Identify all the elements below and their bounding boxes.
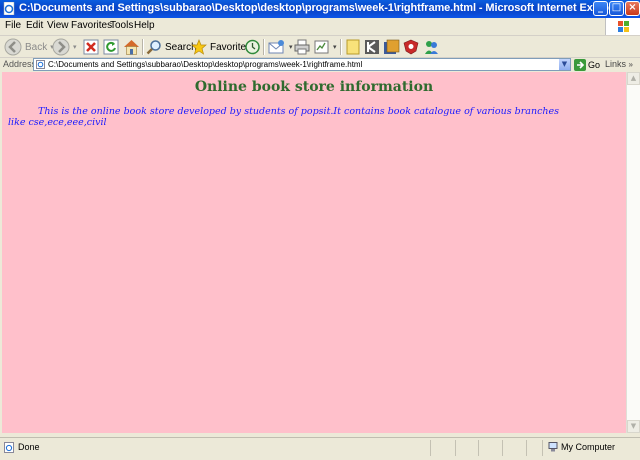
status-pane bbox=[542, 440, 543, 456]
back-label: Back bbox=[25, 41, 48, 53]
address-label: Address bbox=[3, 59, 37, 69]
mail-dropdown-icon: ▾ bbox=[289, 44, 293, 51]
address-bar: Address C:\Documents and Settings\subbar… bbox=[0, 58, 640, 72]
print-button[interactable] bbox=[294, 37, 310, 57]
status-pane bbox=[455, 440, 456, 456]
title-bar: C:\Documents and Settings\subbarao\Deskt… bbox=[0, 0, 640, 18]
vertical-scrollbar[interactable]: ▲ ▼ bbox=[626, 72, 640, 433]
search-icon bbox=[146, 40, 161, 55]
mail-icon bbox=[268, 40, 284, 54]
history-button[interactable] bbox=[244, 37, 261, 57]
page-heading: Online book store information bbox=[194, 79, 434, 95]
windows-logo-icon bbox=[605, 18, 640, 35]
status-pane bbox=[526, 440, 527, 456]
back-button[interactable]: Back ▾ bbox=[4, 37, 54, 57]
forward-dropdown-icon: ▾ bbox=[73, 44, 77, 51]
edit-dropdown-icon: ▾ bbox=[333, 44, 337, 51]
links-toolbar[interactable]: Links » bbox=[605, 59, 633, 69]
messenger-icon bbox=[425, 41, 438, 54]
go-label: Go bbox=[588, 59, 601, 70]
discuss-button[interactable] bbox=[345, 37, 361, 57]
edit-button[interactable]: ▾ bbox=[314, 37, 337, 57]
window-title: C:\Documents and Settings\subbarao\Deskt… bbox=[19, 2, 624, 14]
page-content: Online book store information This is th… bbox=[2, 72, 626, 433]
links-label: Links bbox=[605, 59, 627, 69]
close-button[interactable]: × bbox=[625, 1, 640, 16]
back-icon bbox=[4, 38, 22, 56]
history-icon bbox=[245, 39, 260, 55]
discuss-icon bbox=[346, 39, 360, 55]
address-dropdown-button[interactable]: ▼ bbox=[559, 59, 570, 70]
favorites-button[interactable]: Favorites bbox=[191, 37, 251, 57]
menu-bar: File Edit View Favorites Tools Help bbox=[0, 18, 640, 36]
favorites-star-icon bbox=[191, 39, 207, 55]
menu-help[interactable]: Help bbox=[134, 20, 155, 31]
go-arrow-icon bbox=[574, 58, 586, 71]
status-bar: Done My Computer bbox=[0, 437, 640, 460]
print-icon bbox=[294, 39, 310, 55]
forward-icon bbox=[52, 38, 70, 56]
research-button[interactable] bbox=[364, 37, 380, 57]
book-icon bbox=[384, 39, 400, 54]
stop-button[interactable] bbox=[83, 37, 99, 57]
toolbar-separator bbox=[263, 39, 265, 55]
toolbar-separator bbox=[142, 39, 144, 55]
address-input[interactable]: C:\Documents and Settings\subbarao\Deskt… bbox=[33, 58, 571, 71]
menu-tools[interactable]: Tools bbox=[110, 20, 133, 31]
home-icon bbox=[124, 40, 139, 55]
stop-icon bbox=[83, 39, 99, 55]
refresh-button[interactable] bbox=[103, 37, 119, 57]
menu-edit[interactable]: Edit bbox=[26, 20, 43, 31]
ie-page-icon bbox=[36, 60, 45, 69]
ie-page-icon bbox=[4, 442, 14, 453]
toolbar-separator bbox=[340, 39, 342, 55]
links-chevron-icon: » bbox=[628, 60, 633, 69]
messenger-button[interactable] bbox=[423, 37, 440, 57]
security-zone-text: My Computer bbox=[561, 442, 616, 452]
tool-button-1[interactable] bbox=[383, 37, 400, 57]
status-text: Done bbox=[18, 442, 40, 452]
edit-icon bbox=[314, 40, 329, 54]
scroll-down-button[interactable]: ▼ bbox=[627, 420, 640, 433]
menu-file[interactable]: File bbox=[5, 20, 21, 31]
menu-view[interactable]: View bbox=[47, 20, 69, 31]
status-pane bbox=[430, 440, 431, 456]
go-button[interactable]: Go bbox=[574, 58, 600, 71]
mail-button[interactable]: ▾ bbox=[268, 37, 293, 57]
home-button[interactable] bbox=[123, 37, 140, 57]
research-icon bbox=[365, 40, 379, 54]
scroll-up-button[interactable]: ▲ bbox=[627, 72, 640, 85]
tool-button-2[interactable] bbox=[403, 37, 419, 57]
menu-favorites[interactable]: Favorites bbox=[71, 20, 112, 31]
standard-toolbar: Back ▾ ▾ Search Favorites ▾ ▾ bbox=[0, 36, 640, 58]
maximize-button[interactable]: □ bbox=[609, 1, 624, 16]
status-pane bbox=[478, 440, 479, 456]
shield-icon bbox=[403, 39, 419, 55]
search-button[interactable]: Search bbox=[146, 37, 197, 57]
my-computer-icon bbox=[548, 442, 558, 452]
minimize-button[interactable]: _ bbox=[593, 1, 608, 16]
address-value: C:\Documents and Settings\subbarao\Deskt… bbox=[48, 60, 363, 69]
forward-button[interactable]: ▾ bbox=[52, 37, 77, 57]
ie-page-icon bbox=[3, 2, 15, 15]
page-paragraph: This is the online book store developed … bbox=[8, 106, 560, 128]
status-pane bbox=[502, 440, 503, 456]
refresh-icon bbox=[103, 39, 119, 55]
